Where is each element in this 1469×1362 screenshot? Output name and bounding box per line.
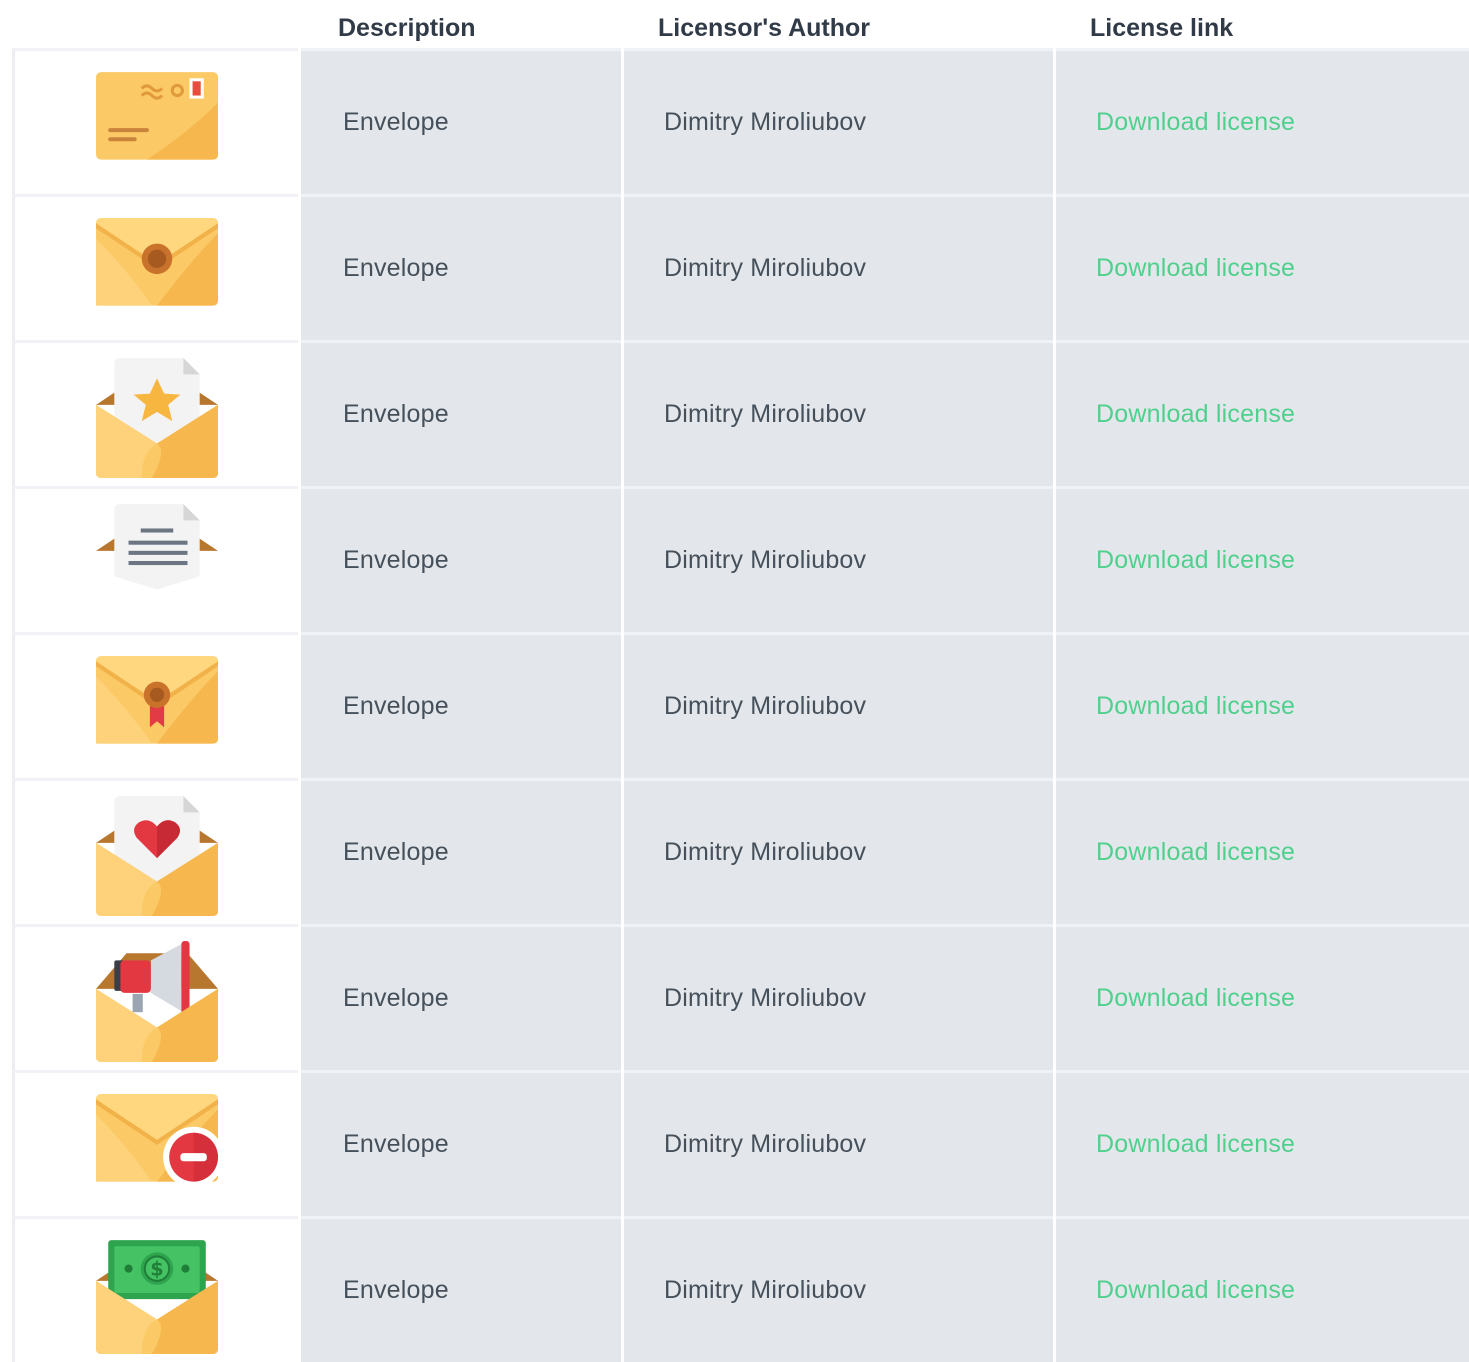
description-text: Envelope <box>343 400 449 428</box>
envelope-star-icon <box>95 357 218 478</box>
author-text: Dimitry Miroliubov <box>664 254 867 282</box>
icon-cell <box>12 194 298 340</box>
author-text: Dimitry Miroliubov <box>664 400 867 428</box>
description-cell: Envelope <box>301 778 621 924</box>
envelope-megaphone-icon <box>95 940 218 1062</box>
description-cell: Envelope <box>301 194 621 340</box>
author-cell: Dimitry Miroliubov <box>624 632 1053 778</box>
download-license-link[interactable]: Download license <box>1096 838 1295 867</box>
icon-cell: $ <box>12 1216 298 1362</box>
license-link-cell: Download license <box>1056 778 1469 924</box>
license-link-cell: Download license <box>1056 1070 1469 1216</box>
description-cell: Envelope <box>301 1216 621 1362</box>
description-cell: Envelope <box>301 486 621 632</box>
description-text: Envelope <box>343 1130 449 1158</box>
envelope-heart-icon <box>95 795 218 916</box>
author-text: Dimitry Miroliubov <box>664 1276 867 1304</box>
download-license-link[interactable]: Download license <box>1096 692 1295 721</box>
description-text: Envelope <box>343 546 449 574</box>
description-cell: Envelope <box>301 632 621 778</box>
icon-cell <box>12 632 298 778</box>
license-link-cell: Download license <box>1056 1216 1469 1362</box>
download-license-link[interactable]: Download license <box>1096 254 1295 283</box>
envelope-postmark-icon <box>95 71 218 160</box>
author-text: Dimitry Miroliubov <box>664 838 867 866</box>
author-text: Dimitry Miroliubov <box>664 108 867 136</box>
description-text: Envelope <box>343 108 449 136</box>
author-cell: Dimitry Miroliubov <box>624 194 1053 340</box>
license-link-cell: Download license <box>1056 194 1469 340</box>
table-row: Envelope Dimitry Miroliubov Download licen… <box>12 48 1469 194</box>
download-license-link[interactable]: Download license <box>1096 984 1295 1013</box>
description-cell: Envelope <box>301 1070 621 1216</box>
author-text: Dimitry Miroliubov <box>664 692 867 720</box>
envelope-seal-icon <box>95 217 218 306</box>
table-row: Envelope Dimitry Miroliubov Download licen… <box>12 778 1469 924</box>
svg-text:$: $ <box>150 1257 163 1280</box>
download-license-link[interactable]: Download license <box>1096 400 1295 429</box>
license-link-cell: Download license <box>1056 632 1469 778</box>
table-row: Envelope Dimitry Miroliubov Download licen… <box>12 1070 1469 1216</box>
table-row: Envelope Dimitry Miroliubov Download licen… <box>12 486 1469 632</box>
author-cell: Dimitry Miroliubov <box>624 486 1053 632</box>
author-text: Dimitry Miroliubov <box>664 1130 867 1158</box>
download-license-link[interactable]: Download license <box>1096 1130 1295 1159</box>
author-cell: Dimitry Miroliubov <box>624 778 1053 924</box>
table-row: Envelope Dimitry Miroliubov Download licen… <box>12 924 1469 1070</box>
icon-cell <box>12 924 298 1070</box>
envelope-money-icon: $ <box>95 1239 218 1354</box>
description-cell: Envelope <box>301 48 621 194</box>
author-cell: Dimitry Miroliubov <box>624 924 1053 1070</box>
license-link-cell: Download license <box>1056 486 1469 632</box>
download-license-link[interactable]: Download license <box>1096 108 1295 137</box>
description-cell: Envelope <box>301 340 621 486</box>
table-row: $ Envelope Dimitry Miroliubov Download lice… <box>12 1216 1469 1362</box>
envelope-wax-ribbon-icon <box>95 655 218 744</box>
author-text: Dimitry Miroliubov <box>664 546 867 574</box>
license-link-cell: Download license <box>1056 340 1469 486</box>
download-license-link[interactable]: Download license <box>1096 546 1295 575</box>
icon-cell <box>12 48 298 194</box>
column-header-author: Licensor's Author <box>658 14 870 42</box>
author-cell: Dimitry Miroliubov <box>624 1070 1053 1216</box>
license-link-cell: Download license <box>1056 924 1469 1070</box>
icon-cell <box>12 340 298 486</box>
column-header-description: Description <box>338 14 476 42</box>
table-row: Envelope Dimitry Miroliubov Download licen… <box>12 194 1469 340</box>
license-table: Envelope Dimitry Miroliubov Download licen… <box>12 48 1469 1362</box>
author-text: Dimitry Miroliubov <box>664 984 867 1012</box>
description-text: Envelope <box>343 984 449 1012</box>
column-header-license-link: License link <box>1090 14 1234 42</box>
icon-cell <box>12 778 298 924</box>
icon-cell <box>12 486 298 632</box>
envelope-blocked-icon <box>95 1093 218 1188</box>
author-cell: Dimitry Miroliubov <box>624 1216 1053 1362</box>
table-row: Envelope Dimitry Miroliubov Download licen… <box>12 632 1469 778</box>
description-text: Envelope <box>343 254 449 282</box>
license-link-cell: Download license <box>1056 48 1469 194</box>
envelope-letter-icon <box>95 503 218 589</box>
description-cell: Envelope <box>301 924 621 1070</box>
description-text: Envelope <box>343 1276 449 1304</box>
table-row: Envelope Dimitry Miroliubov Download licen… <box>12 340 1469 486</box>
download-license-link[interactable]: Download license <box>1096 1276 1295 1305</box>
description-text: Envelope <box>343 692 449 720</box>
description-text: Envelope <box>343 838 449 866</box>
author-cell: Dimitry Miroliubov <box>624 340 1053 486</box>
author-cell: Dimitry Miroliubov <box>624 48 1053 194</box>
icon-cell <box>12 1070 298 1216</box>
